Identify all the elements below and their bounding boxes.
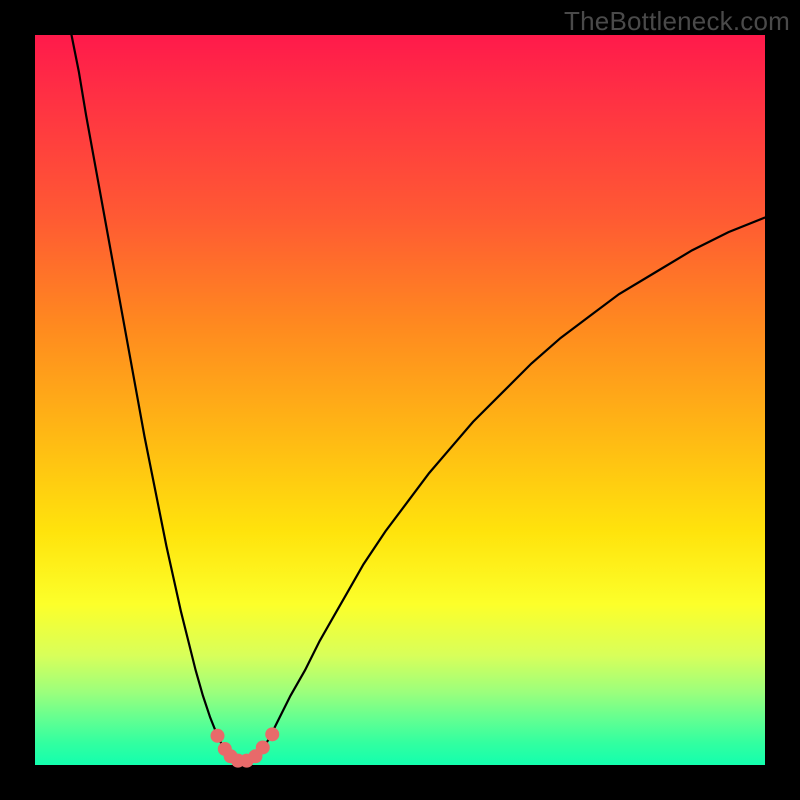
bottleneck-marker xyxy=(265,727,279,741)
watermark-label: TheBottleneck.com xyxy=(564,6,790,37)
plot-area xyxy=(35,35,765,765)
bottleneck-markers xyxy=(211,727,280,767)
bottleneck-curve xyxy=(72,35,766,761)
chart-stage: TheBottleneck.com xyxy=(0,0,800,800)
bottleneck-marker xyxy=(211,729,225,743)
bottleneck-chart xyxy=(35,35,765,765)
bottleneck-marker xyxy=(256,740,270,754)
